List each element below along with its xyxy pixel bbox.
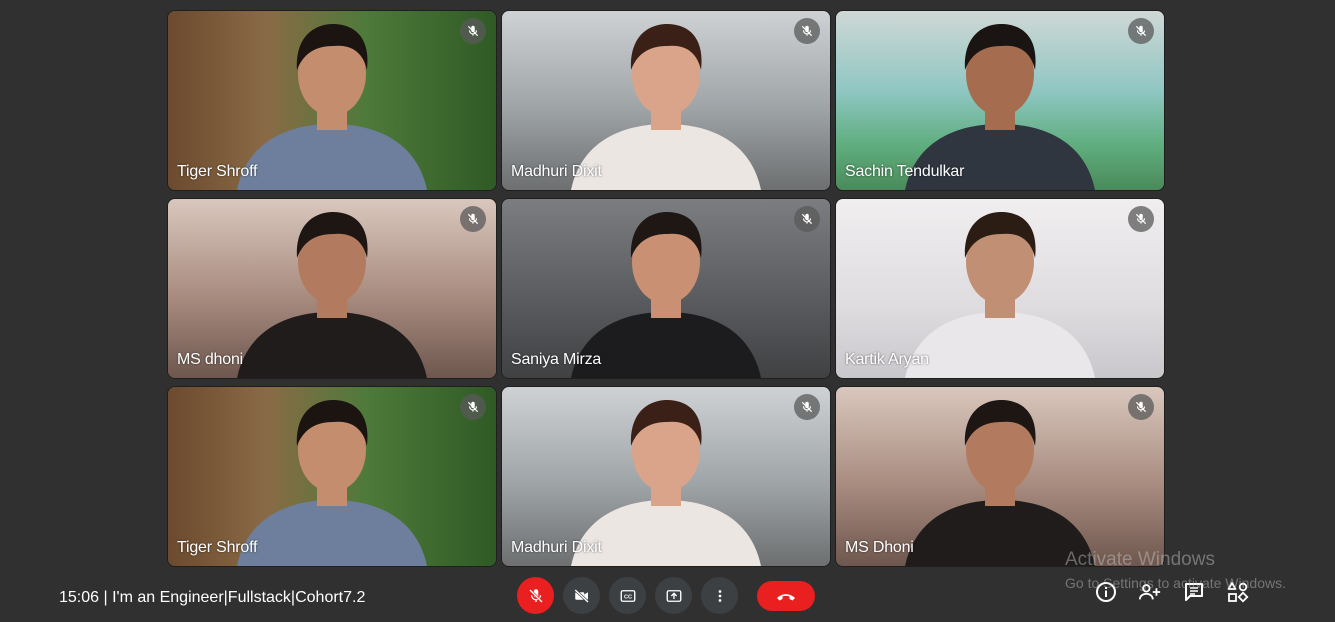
participant-grid: Tiger Shroff Madhuri Dixit Sachin Tendulka… (167, 10, 1165, 567)
participant-muted-indicator (794, 18, 820, 44)
more-vert-icon (718, 589, 721, 602)
video-off-icon (573, 588, 589, 603)
participant-name: Kartik Aryan (845, 351, 929, 368)
participant-name: Saniya Mirza (511, 351, 602, 368)
participant-tile[interactable]: Madhuri Dixit (501, 10, 831, 191)
meeting-info-text: 15:06 | I'm an Engineer|Fullstack|Cohort… (59, 589, 366, 606)
participant-tile[interactable]: Tiger Shroff (167, 386, 497, 567)
participant-muted-indicator (1128, 394, 1154, 420)
mic-off-icon (528, 588, 543, 603)
call-end-icon (777, 593, 795, 600)
mic-off-icon (467, 401, 479, 413)
leave-call-button[interactable] (757, 580, 815, 611)
participant-name: MS Dhoni (845, 539, 914, 556)
participant-name: Tiger Shroff (177, 163, 258, 180)
participant-name: Tiger Shroff (177, 539, 258, 556)
participant-muted-indicator (460, 18, 486, 44)
present-to-all-icon (666, 589, 681, 602)
participant-tile[interactable]: Saniya Mirza (501, 198, 831, 379)
participant-muted-indicator (460, 394, 486, 420)
participant-tile[interactable]: Tiger Shroff (167, 10, 497, 191)
participant-name: MS dhoni (177, 351, 243, 368)
participant-video (905, 400, 1095, 566)
mic-off-button[interactable] (517, 577, 554, 614)
closed-caption-icon: CC (620, 589, 635, 602)
captions-button[interactable]: CC (609, 577, 646, 614)
participant-video (237, 212, 427, 378)
windows-activation-watermark: Activate Windows Go to Settings to activ… (1065, 549, 1286, 591)
participant-name: Madhuri Dixit (511, 539, 602, 556)
svg-text:CC: CC (623, 594, 631, 600)
participant-tile[interactable]: MS dhoni (167, 198, 497, 379)
participant-name: Sachin Tendulkar (845, 163, 965, 180)
participant-name: Madhuri Dixit (511, 163, 602, 180)
mic-off-icon (1135, 25, 1147, 37)
participant-muted-indicator (460, 206, 486, 232)
camera-off-button[interactable] (563, 577, 600, 614)
participant-muted-indicator (794, 394, 820, 420)
watermark-title: Activate Windows (1065, 549, 1215, 570)
participant-tile[interactable]: Madhuri Dixit (501, 386, 831, 567)
meeting-stage: Tiger Shroff Madhuri Dixit Sachin Tendulka… (0, 0, 1335, 622)
mic-off-icon (801, 213, 813, 225)
mic-off-icon (1135, 401, 1147, 413)
more-options-button[interactable] (701, 577, 738, 614)
mic-off-icon (467, 213, 479, 225)
watermark-subtitle: Go to Settings to activate Windows. (1065, 575, 1286, 591)
mic-off-icon (467, 25, 479, 37)
participant-tile[interactable]: MS Dhoni (835, 386, 1165, 567)
participant-muted-indicator (1128, 206, 1154, 232)
participant-muted-indicator (794, 206, 820, 232)
participant-tile[interactable]: Kartik Aryan (835, 198, 1165, 379)
participant-tile[interactable]: Sachin Tendulkar (835, 10, 1165, 191)
mic-off-icon (1135, 213, 1147, 225)
present-screen-button[interactable] (655, 577, 692, 614)
mic-off-icon (801, 25, 813, 37)
participant-muted-indicator (1128, 18, 1154, 44)
call-controls-bar: CC (517, 577, 815, 614)
mic-off-icon (801, 401, 813, 413)
